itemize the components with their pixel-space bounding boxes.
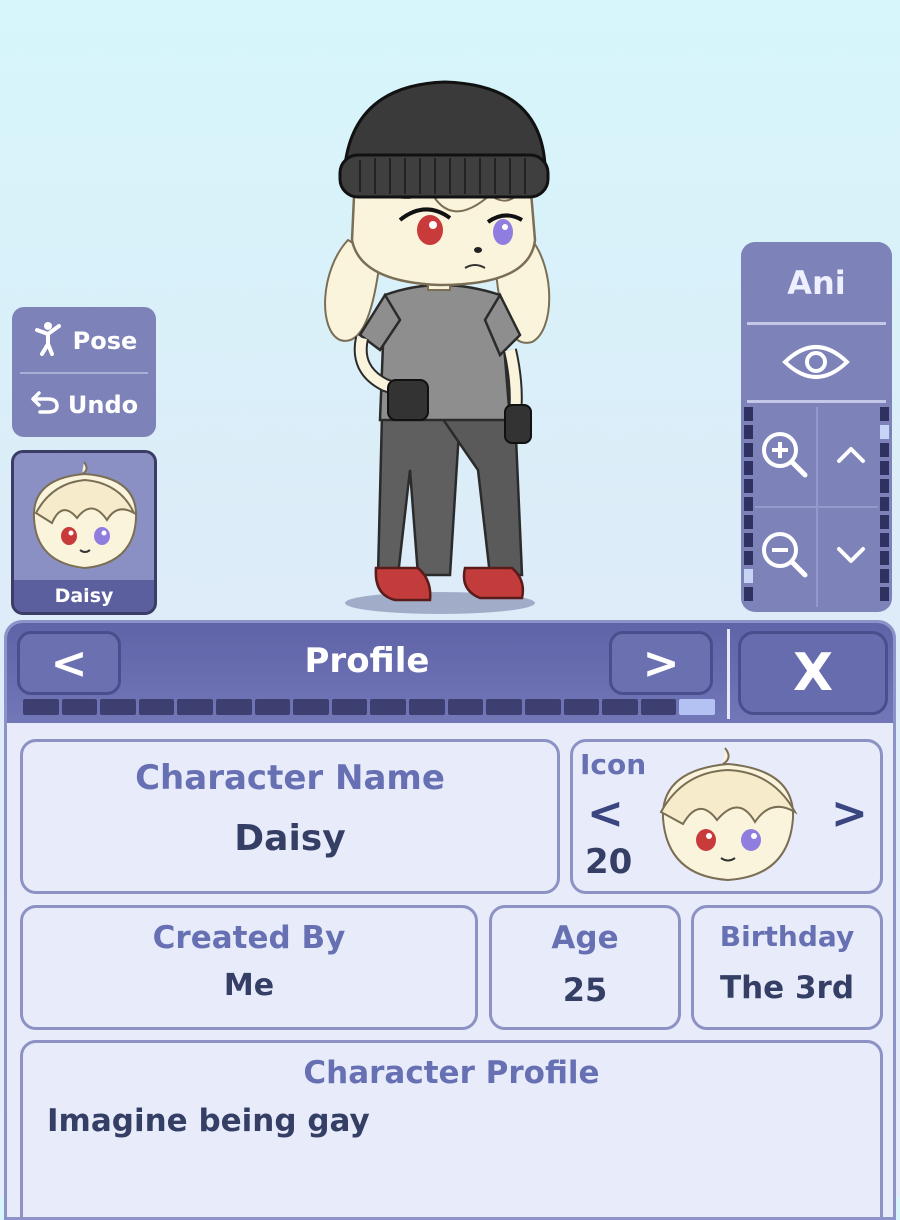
pose-button[interactable]: Pose: [12, 309, 156, 373]
progress-segment: [486, 699, 522, 715]
zoom-level-bar-left: [744, 407, 753, 601]
next-page-button[interactable]: >: [609, 631, 713, 695]
character-avatar-card[interactable]: Daisy: [11, 450, 157, 615]
move-down-button[interactable]: [823, 527, 879, 583]
progress-segment: [293, 699, 329, 715]
chevron-left-icon: <: [50, 637, 88, 689]
birthday-label: Birthday: [719, 920, 855, 953]
character-profile-text: Imagine being gay: [47, 1103, 370, 1139]
divider: [747, 400, 886, 403]
zoom-in-icon: [762, 432, 808, 478]
avatar-face-icon: [32, 461, 138, 570]
animation-panel: Ani: [741, 242, 892, 612]
progress-segment: [409, 699, 445, 715]
profile-panel: < Profile > X Character Name Daisy Icon …: [4, 620, 896, 1220]
zoom-level-bar-right: [880, 407, 889, 601]
zoom-out-button[interactable]: [757, 527, 813, 583]
undo-arrow-icon: [30, 389, 60, 421]
zoom-in-button[interactable]: [757, 427, 813, 483]
icon-label: Icon: [580, 748, 647, 781]
birthday-value: The 3rd: [719, 970, 855, 1006]
progress-segment: [370, 699, 407, 715]
age-field[interactable]: Age 25: [489, 905, 681, 1030]
progress-segment: [254, 699, 291, 715]
age-value: 25: [562, 971, 608, 1009]
progress-segment: [640, 699, 677, 715]
divider: [755, 506, 878, 508]
progress-segment-active: [679, 699, 715, 715]
visibility-toggle-button[interactable]: [781, 334, 851, 390]
character-illustration: [324, 80, 551, 614]
progress-segment: [524, 699, 561, 715]
created-by-label: Created By: [152, 920, 346, 956]
divider: [727, 629, 730, 719]
close-icon: X: [792, 643, 834, 703]
icon-number: 20: [585, 842, 633, 882]
progress-segment: [23, 699, 59, 715]
chevron-up-icon: [837, 447, 865, 463]
progress-segment: [138, 699, 175, 715]
zoom-out-icon: [762, 532, 808, 578]
character-name-value: Daisy: [234, 818, 346, 859]
pose-undo-panel: Pose Undo: [12, 307, 156, 437]
undo-button[interactable]: Undo: [12, 373, 156, 437]
page-title: Profile: [304, 641, 430, 681]
icon-prev-button[interactable]: <: [587, 788, 624, 839]
close-button[interactable]: X: [738, 631, 888, 715]
character-profile-label: Character Profile: [303, 1055, 600, 1091]
icon-selector: Icon < 20 >: [570, 739, 883, 894]
progress-segment: [100, 699, 136, 715]
move-up-button[interactable]: [823, 427, 879, 483]
birthday-field[interactable]: Birthday The 3rd: [691, 905, 883, 1030]
icon-next-button[interactable]: >: [831, 788, 868, 839]
progress-segment: [563, 699, 600, 715]
undo-label: Undo: [67, 391, 139, 419]
progress-segment: [447, 699, 484, 715]
profile-header: < Profile > X: [7, 623, 893, 723]
ani-button[interactable]: Ani: [741, 264, 892, 302]
progress-segment: [331, 699, 368, 715]
character-name-label: Character Name: [135, 758, 445, 798]
page-progress-bar: [23, 699, 715, 715]
character-icon-preview: [659, 747, 798, 882]
created-by-value: Me: [223, 968, 275, 1003]
progress-segment: [602, 699, 638, 715]
progress-segment: [177, 699, 214, 715]
pose-label: Pose: [72, 327, 138, 355]
character-name-field[interactable]: Character Name Daisy: [20, 739, 560, 894]
chevron-right-icon: >: [642, 637, 680, 689]
character-profile-field[interactable]: Character Profile Imagine being gay: [20, 1040, 883, 1217]
chevron-down-icon: [837, 547, 865, 563]
progress-segment: [61, 699, 98, 715]
age-label: Age: [551, 920, 619, 956]
progress-segment: [216, 699, 252, 715]
prev-page-button[interactable]: <: [17, 631, 121, 695]
divider: [747, 322, 886, 325]
pose-figure-icon: [31, 320, 65, 362]
created-by-field[interactable]: Created By Me: [20, 905, 478, 1030]
eye-icon: [782, 345, 850, 379]
avatar-name: Daisy: [14, 580, 154, 612]
